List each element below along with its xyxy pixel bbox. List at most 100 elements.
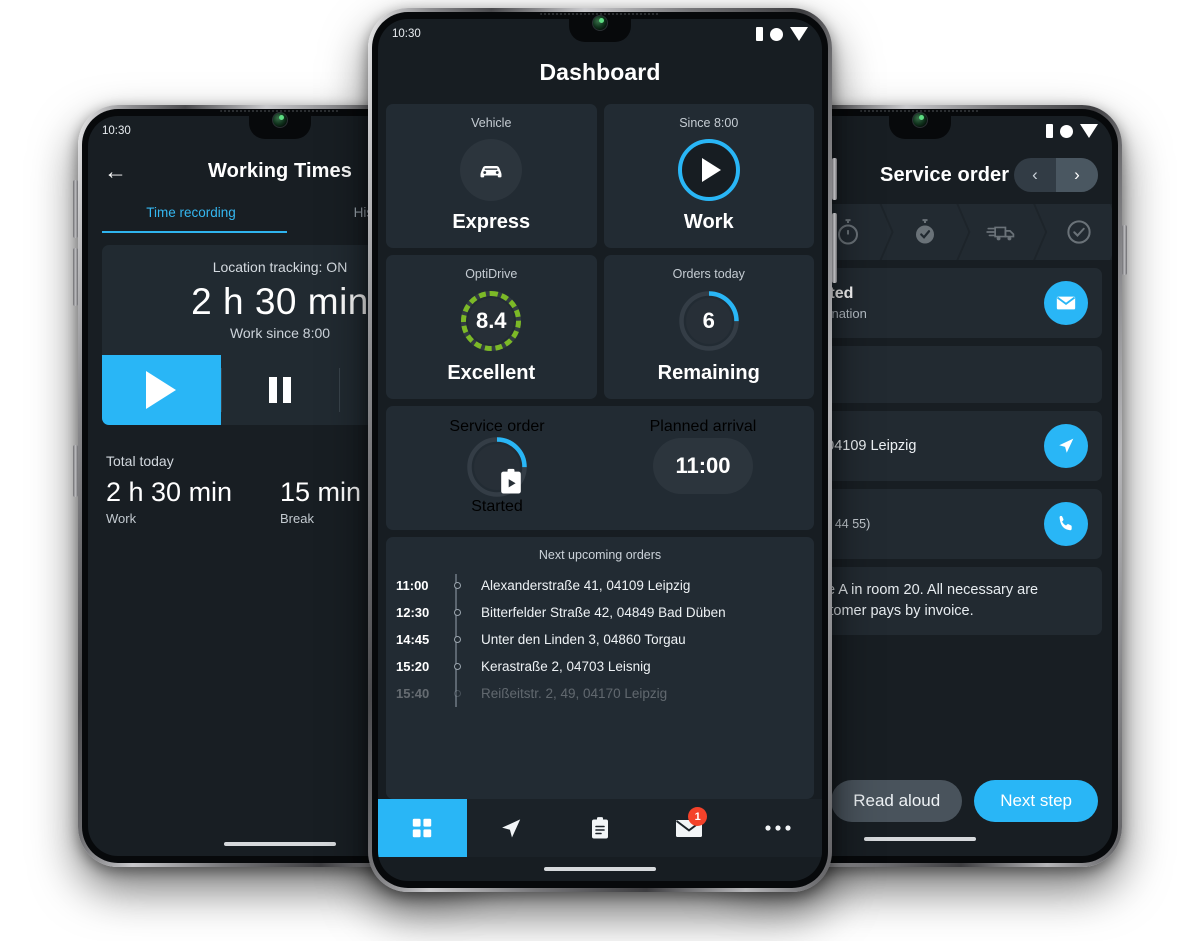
card-vehicle[interactable]: Vehicle Express bbox=[386, 104, 597, 248]
orders-remaining-count: 6 bbox=[702, 308, 715, 333]
earpiece-speaker bbox=[220, 110, 340, 112]
center-screen: 10:30 Dashboard Vehicle Express Since 8:… bbox=[378, 19, 822, 881]
stopwatch-icon bbox=[833, 217, 863, 247]
pause-button[interactable] bbox=[220, 355, 340, 425]
list-item[interactable]: 12:30 Bitterfelder Straße 42, 04849 Bad … bbox=[386, 599, 814, 626]
order-pager: ‹ › bbox=[1014, 158, 1098, 192]
card-orders-caption: Orders today bbox=[672, 267, 745, 281]
upcoming-orders-list: 11:00 Alexanderstraße 41, 04109 Leipzig … bbox=[386, 572, 814, 707]
page-title: Service order bbox=[880, 163, 1010, 186]
order-time: 15:20 bbox=[396, 659, 430, 674]
list-item[interactable]: 15:20 Kerastraße 2, 04703 Leisnig bbox=[386, 653, 814, 680]
nav-dashboard[interactable] bbox=[378, 799, 467, 857]
stopwatch-check-icon bbox=[910, 217, 940, 247]
earpiece-speaker bbox=[540, 13, 660, 15]
clipboard-icon bbox=[591, 816, 608, 838]
navigate-action-button[interactable] bbox=[1044, 424, 1088, 468]
card-vehicle-caption: Vehicle bbox=[471, 116, 512, 130]
power-button-right[interactable] bbox=[1122, 225, 1127, 275]
card-vehicle-value: Express bbox=[452, 211, 531, 233]
nav-orders[interactable] bbox=[556, 799, 645, 857]
call-action-button[interactable] bbox=[1044, 502, 1088, 546]
card-service-order[interactable]: Service order Started Planned arrival 11… bbox=[386, 406, 814, 530]
navigation-arrow-icon bbox=[1059, 438, 1074, 453]
start-button[interactable] bbox=[102, 355, 221, 425]
power-button-center[interactable] bbox=[832, 158, 837, 200]
volume-button-center[interactable] bbox=[832, 213, 837, 283]
left-status-time: 10:30 bbox=[102, 125, 131, 137]
read-aloud-button[interactable]: Read aloud bbox=[831, 780, 963, 822]
order-time: 11:00 bbox=[396, 578, 429, 593]
nav-more[interactable] bbox=[733, 799, 822, 857]
card-work[interactable]: Since 8:00 Work bbox=[603, 104, 814, 248]
planned-arrival-half: Planned arrival 11:00 bbox=[600, 418, 806, 516]
total-work: 2 h 30 min Work bbox=[106, 477, 280, 526]
timeline-dot-icon bbox=[454, 663, 461, 670]
nav-navigation[interactable] bbox=[467, 799, 556, 857]
navigation-arrow-icon bbox=[502, 819, 521, 838]
list-item[interactable]: 15:40 Reißeitstr. 2, 49, 04170 Leipzig bbox=[386, 680, 814, 707]
phone-dashboard: 10:30 Dashboard Vehicle Express Since 8:… bbox=[368, 8, 837, 892]
optidrive-score: 8.4 bbox=[475, 308, 507, 333]
power-button[interactable] bbox=[73, 445, 78, 497]
step-complete[interactable] bbox=[1035, 204, 1112, 260]
battery-icon bbox=[1080, 124, 1098, 138]
order-address: Reißeitstr. 2, 49, 04170 Leipzig bbox=[481, 686, 668, 701]
right-status-icons bbox=[1046, 124, 1098, 138]
card-optidrive-value: Excellent bbox=[447, 362, 536, 384]
service-order-value: Started bbox=[471, 498, 523, 515]
signal-icon bbox=[756, 27, 763, 41]
grid-icon bbox=[413, 818, 432, 838]
clipboard-play-icon bbox=[501, 468, 521, 494]
optidrive-gauge: 8.4 bbox=[460, 290, 522, 352]
service-order-caption: Service order bbox=[449, 418, 545, 435]
more-dots-icon bbox=[764, 825, 791, 831]
car-icon bbox=[480, 166, 502, 178]
list-item[interactable]: 14:45 Unter den Linden 3, 04860 Torgau bbox=[386, 626, 814, 653]
wifi-icon bbox=[1060, 124, 1073, 138]
page-title: Dashboard bbox=[539, 59, 661, 85]
upcoming-orders-title: Next upcoming orders bbox=[538, 548, 662, 562]
car-icon-wrap bbox=[460, 139, 523, 201]
tab-time-recording[interactable]: Time recording bbox=[102, 197, 280, 233]
planned-arrival-caption: Planned arrival bbox=[649, 418, 757, 435]
center-header: Dashboard bbox=[378, 49, 822, 104]
nav-messages[interactable]: 1 bbox=[644, 799, 733, 857]
list-item[interactable]: 11:00 Alexanderstraße 41, 04109 Leipzig bbox=[386, 572, 814, 599]
camera-notch bbox=[249, 109, 311, 139]
timeline-dot-icon bbox=[454, 582, 461, 589]
card-work-caption: Since 8:00 bbox=[679, 116, 739, 130]
card-orders-today[interactable]: Orders today 6 Remaining bbox=[603, 255, 814, 399]
mail-action-button[interactable] bbox=[1044, 281, 1088, 325]
step-truck[interactable] bbox=[958, 204, 1045, 260]
order-time: 15:40 bbox=[396, 686, 430, 701]
next-order-button[interactable]: › bbox=[1056, 158, 1098, 192]
center-status-icons bbox=[756, 27, 808, 41]
work-ring bbox=[677, 139, 740, 201]
volume-down-button[interactable] bbox=[73, 248, 78, 306]
page-title: Working Times bbox=[208, 160, 352, 182]
card-work-value: Work bbox=[683, 211, 734, 233]
next-step-button[interactable]: Next step bbox=[974, 780, 1098, 822]
bottom-navigation: 1 bbox=[378, 799, 822, 857]
total-work-value: 2 h 30 min bbox=[106, 477, 233, 507]
earpiece-speaker bbox=[860, 110, 980, 112]
order-time: 12:30 bbox=[396, 605, 430, 620]
center-home-indicator[interactable] bbox=[378, 857, 822, 881]
front-camera-icon bbox=[272, 112, 288, 128]
prev-order-button[interactable]: ‹ bbox=[1014, 158, 1056, 192]
card-optidrive[interactable]: OptiDrive 8.4 Excellent bbox=[386, 255, 597, 399]
order-address: Bitterfelder Straße 42, 04849 Bad Düben bbox=[481, 605, 726, 620]
step-stopwatch-check[interactable] bbox=[882, 204, 969, 260]
mail-icon bbox=[1056, 296, 1076, 310]
dashboard-grid: Vehicle Express Since 8:00 Work OptiDriv… bbox=[378, 104, 822, 530]
card-orders-value: Remaining bbox=[657, 362, 760, 384]
phone-icon bbox=[1059, 515, 1072, 531]
volume-up-button[interactable] bbox=[73, 180, 78, 238]
back-icon[interactable]: ← bbox=[104, 160, 127, 183]
battery-icon bbox=[790, 27, 808, 41]
tab-indicator bbox=[102, 230, 287, 233]
play-icon bbox=[701, 158, 721, 182]
timeline-dot-icon bbox=[454, 636, 461, 643]
upcoming-orders-card: Next upcoming orders 11:00 Alexanderstra… bbox=[386, 537, 814, 799]
